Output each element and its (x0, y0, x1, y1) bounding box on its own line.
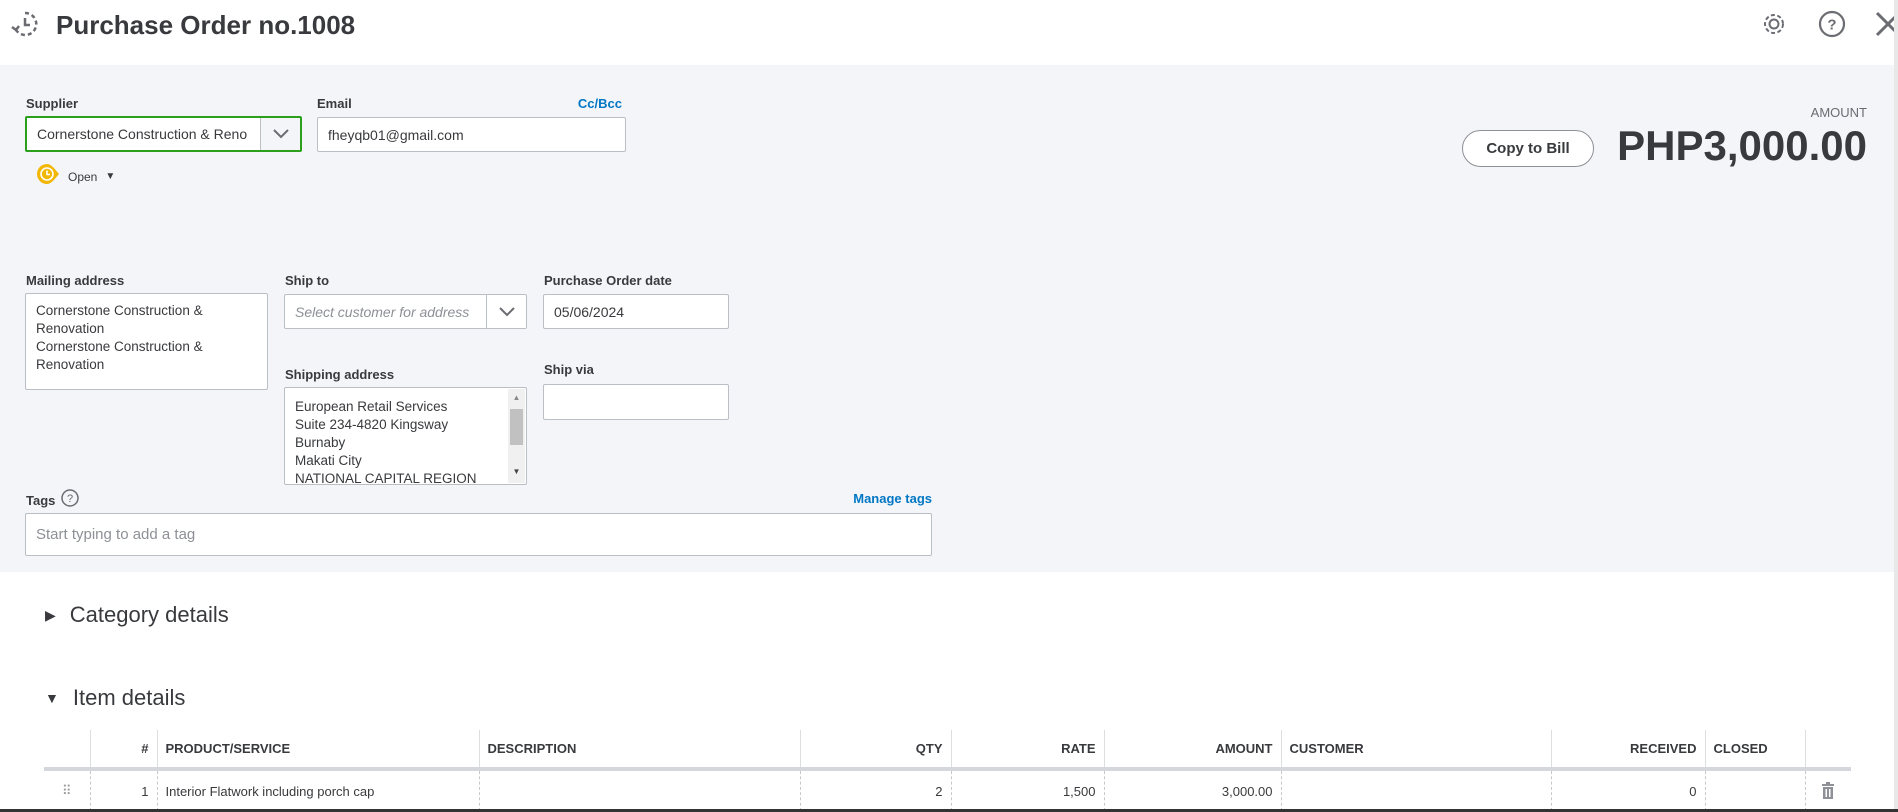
col-header-customer: CUSTOMER (1280, 730, 1551, 771)
shipping-line: NATIONAL CAPITAL REGION (295, 471, 477, 485)
help-icon[interactable]: ? (1818, 10, 1846, 43)
row-number: 1 (89, 769, 157, 811)
textarea-scrollbar[interactable]: ▲ ▼ (508, 389, 525, 483)
cc-bcc-link[interactable]: Cc/Bcc (560, 96, 622, 111)
svg-text:?: ? (1827, 17, 1836, 34)
description-cell[interactable] (478, 769, 800, 811)
col-header-rate: RATE (950, 730, 1104, 771)
gear-icon[interactable] (1760, 10, 1788, 43)
clock-icon (36, 163, 60, 190)
col-header-closed: CLOSED (1704, 730, 1805, 771)
caret-down-icon: ▼ (105, 171, 116, 182)
drag-handle-icon[interactable]: ⠿ (44, 769, 90, 811)
amount-total: PHP3,000.00 (1617, 122, 1867, 169)
help-icon[interactable]: ? (61, 489, 80, 512)
shipping-line: Burnaby (295, 435, 346, 450)
shipping-line: Suite 234-4820 Kingsway (295, 417, 449, 432)
manage-tags-link[interactable]: Manage tags (800, 491, 932, 506)
col-header-description: DESCRIPTION (478, 730, 800, 771)
ship-to-label: Ship to (285, 273, 330, 288)
mailing-line: Cornerstone Construction & (36, 339, 203, 354)
mailing-line: Renovation (36, 321, 105, 336)
shipping-line: European Retail Services (295, 399, 448, 414)
email-label: Email (317, 96, 352, 111)
category-details-toggle[interactable]: ▶ Category details (45, 602, 229, 628)
mailing-line: Renovation (36, 357, 105, 372)
product-cell[interactable]: Interior Flatwork including porch cap (156, 769, 479, 811)
po-date-input[interactable]: 05/06/2024 (543, 294, 729, 329)
svg-text:?: ? (67, 493, 73, 505)
table-header-row: # PRODUCT/SERVICE DESCRIPTION QTY RATE A… (44, 730, 1851, 771)
tags-label: Tags (26, 493, 56, 508)
supplier-value: Cornerstone Construction & Reno (37, 126, 248, 142)
mailing-address-textarea[interactable]: Cornerstone Construction & Renovation Co… (25, 293, 268, 390)
po-date-label: Purchase Order date (544, 273, 672, 288)
table-row[interactable]: ⠿ 1 Interior Flatwork including porch ca… (44, 769, 1851, 811)
caret-down-icon: ▼ (45, 690, 59, 706)
caret-right-icon: ▶ (45, 606, 56, 623)
status-label: Open (68, 169, 98, 184)
qty-cell[interactable]: 2 (799, 769, 951, 811)
shipping-address-label: Shipping address (285, 367, 395, 382)
shipping-line: Makati City (295, 453, 362, 468)
item-details-table: # PRODUCT/SERVICE DESCRIPTION QTY RATE A… (44, 730, 1851, 811)
ship-to-placeholder: Select customer for address (295, 303, 470, 320)
copy-to-bill-button[interactable]: Copy to Bill (1462, 130, 1594, 167)
chevron-down-icon[interactable] (486, 295, 526, 328)
col-header-received: RECEIVED (1550, 730, 1705, 771)
mailing-line: Cornerstone Construction & (36, 303, 203, 318)
ship-via-input[interactable] (543, 384, 729, 420)
tags-input[interactable]: Start typing to add a tag (25, 513, 932, 556)
col-header-qty: QTY (799, 730, 951, 771)
status-dropdown[interactable]: Open ▼ (36, 163, 115, 190)
email-input[interactable]: fheyqb01@gmail.com (317, 117, 626, 152)
amount-cell[interactable]: 3,000.00 (1103, 769, 1281, 811)
chevron-down-icon[interactable] (260, 118, 300, 150)
page-scrollbar[interactable] (1894, 0, 1898, 810)
supplier-label: Supplier (26, 96, 79, 111)
amount-label: AMOUNT (1810, 105, 1867, 120)
item-details-heading: Item details (72, 685, 186, 710)
item-details-toggle[interactable]: ▼ Item details (45, 685, 185, 711)
page-title: Purchase Order no.1008 (56, 10, 356, 40)
received-cell: 0 (1550, 769, 1705, 811)
col-header-amount: AMOUNT (1103, 730, 1281, 771)
col-header-product: PRODUCT/SERVICE (156, 730, 479, 771)
recent-transactions-icon[interactable] (10, 9, 40, 44)
supplier-select[interactable]: Cornerstone Construction & Reno (25, 116, 302, 152)
ship-via-label: Ship via (544, 362, 594, 377)
closed-cell[interactable] (1704, 769, 1805, 811)
trash-icon[interactable] (1804, 769, 1851, 811)
mailing-address-label: Mailing address (26, 273, 125, 288)
category-details-heading: Category details (69, 602, 229, 627)
customer-cell[interactable] (1280, 769, 1551, 811)
shipping-address-textarea[interactable]: European Retail Services Suite 234-4820 … (284, 387, 527, 485)
col-header-number: # (89, 730, 157, 771)
rate-cell[interactable]: 1,500 (950, 769, 1104, 811)
ship-to-select[interactable]: Select customer for address (284, 294, 527, 329)
